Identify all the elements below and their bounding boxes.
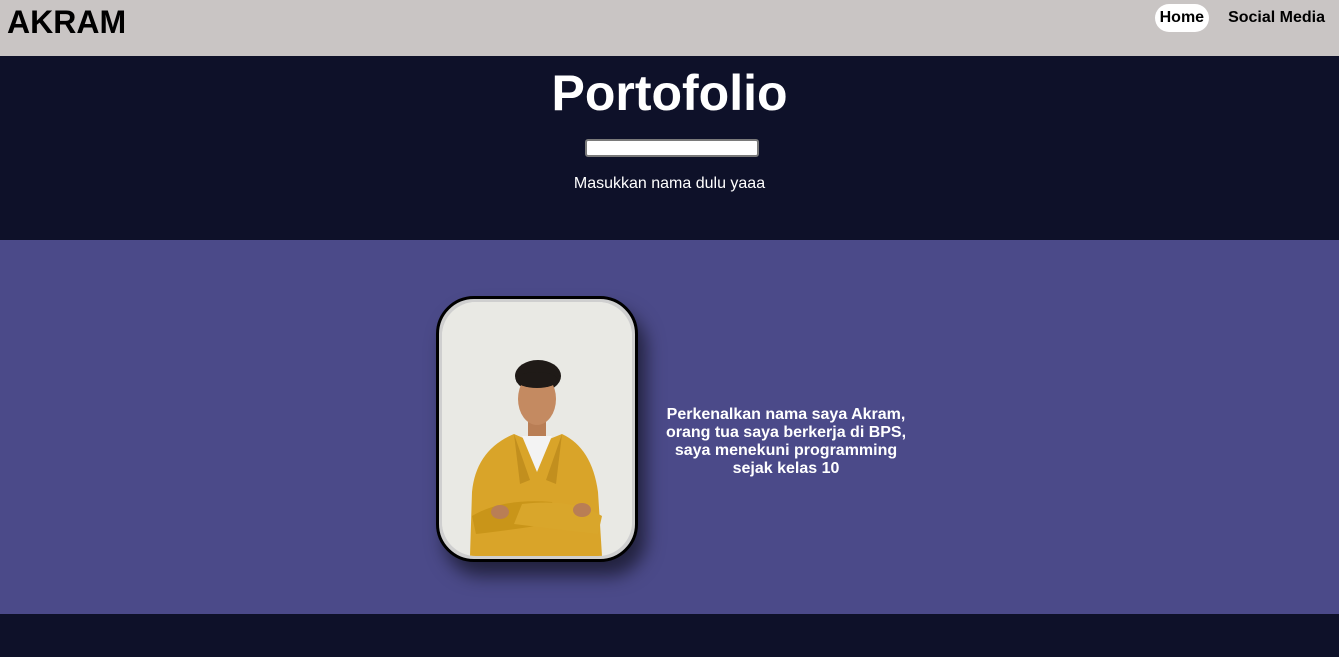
name-input[interactable] [585, 139, 759, 157]
brand-logo[interactable]: AKRAM [7, 4, 126, 40]
nav-links: Home Social Media [1154, 4, 1330, 32]
nav-link-home[interactable]: Home [1154, 4, 1210, 32]
hero-section: Portofolio Masukkan nama dulu yaaa [0, 56, 1339, 240]
nav-link-social-media[interactable]: Social Media [1223, 4, 1330, 32]
navbar: AKRAM Home Social Media [0, 0, 1339, 56]
name-hint: Masukkan nama dulu yaaa [573, 175, 766, 192]
intro-text: Perkenalkan nama saya Akram, orang tua s… [665, 406, 907, 477]
about-section: Perkenalkan nama saya Akram, orang tua s… [0, 240, 1339, 614]
footer [0, 614, 1339, 657]
profile-photo [442, 302, 632, 556]
person-illustration [442, 302, 632, 556]
profile-photo-frame [436, 296, 638, 562]
page-title: Portofolio [551, 65, 788, 121]
